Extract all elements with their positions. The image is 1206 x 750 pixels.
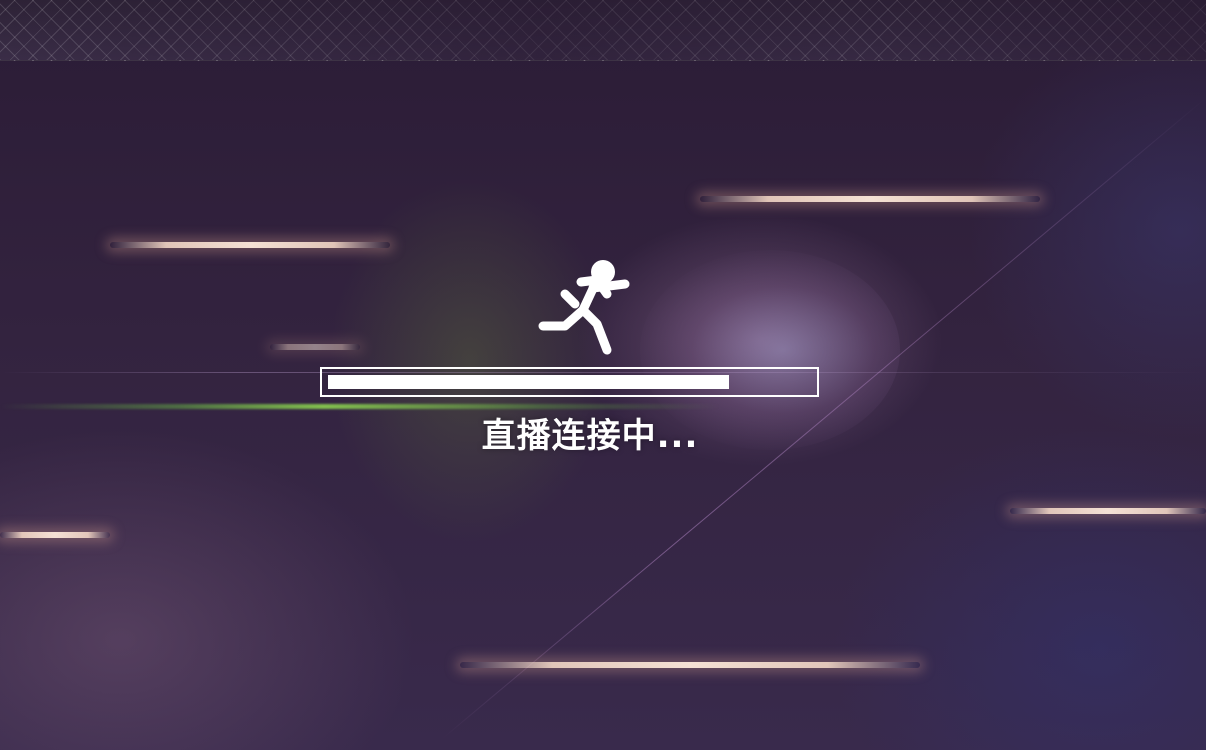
loading-screen: 直播连接中... bbox=[0, 0, 1206, 750]
loading-progress-bar bbox=[320, 367, 819, 397]
running-man-icon bbox=[538, 260, 630, 355]
light-streak bbox=[1010, 508, 1206, 514]
light-streak bbox=[270, 344, 360, 350]
light-streak bbox=[460, 662, 920, 668]
light-streak bbox=[0, 532, 110, 538]
fence-shade bbox=[0, 0, 1206, 60]
light-streak bbox=[110, 242, 390, 248]
progress-fill bbox=[328, 375, 729, 389]
light-streak bbox=[700, 196, 1040, 202]
loading-status-text: 直播连接中... bbox=[481, 416, 699, 456]
